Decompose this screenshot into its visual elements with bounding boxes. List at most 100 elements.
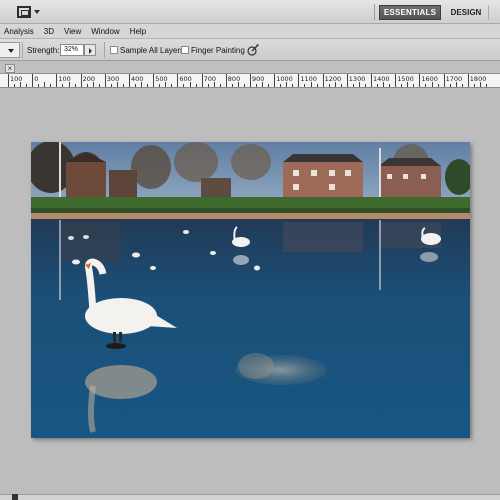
finger-painting-checkbox[interactable]	[181, 46, 189, 54]
menu-analysis[interactable]: Analysis	[0, 27, 39, 36]
ruler-major-tick	[129, 74, 130, 87]
ruler-major-tick	[32, 74, 34, 87]
strength-input[interactable]: 32%	[60, 44, 84, 56]
ruler-major-tick	[201, 74, 203, 87]
ruler-minor-tick	[183, 84, 185, 87]
ruler-major-tick	[56, 74, 58, 87]
ruler-minor-tick	[135, 84, 137, 87]
application-bar: ESSENTIALS DESIGN	[0, 0, 500, 24]
ruler-minor-tick	[50, 84, 52, 87]
ruler-minor-tick	[26, 84, 28, 87]
ruler-minor-tick	[286, 82, 288, 87]
document-image	[31, 142, 470, 438]
ruler-minor-tick	[165, 82, 167, 87]
ruler-minor-tick	[110, 84, 112, 87]
menu-bar: Analysis 3D View Window Help	[0, 24, 500, 39]
ruler-minor-tick	[14, 84, 16, 87]
ruler-minor-tick	[86, 84, 88, 87]
ruler-major-tick	[80, 74, 82, 87]
canvas-area[interactable]	[0, 89, 500, 494]
ruler-minor-tick	[207, 84, 209, 87]
status-bar	[0, 494, 500, 500]
divider	[104, 42, 105, 58]
ruler-minor-tick	[401, 84, 403, 87]
ruler-major-tick	[177, 74, 179, 87]
ruler-major-tick	[274, 74, 276, 87]
ruler-minor-tick	[485, 84, 487, 87]
scroll-marker[interactable]	[12, 494, 18, 500]
ruler-minor-tick	[461, 84, 463, 87]
ruler-minor-tick	[377, 84, 379, 87]
ruler-minor-tick	[122, 84, 124, 87]
ruler-minor-tick	[328, 84, 330, 87]
workspace-essentials-button[interactable]: ESSENTIALS	[379, 5, 441, 20]
ruler-major-tick	[225, 74, 227, 87]
ruler-minor-tick	[195, 84, 197, 87]
ruler-minor-tick	[98, 84, 100, 87]
close-document-button[interactable]: ×	[5, 64, 15, 73]
ruler-minor-tick	[473, 84, 475, 87]
ruler-label: 1400	[373, 75, 390, 83]
ruler-major-tick	[395, 74, 397, 87]
chevron-down-icon	[8, 49, 14, 53]
ruler-minor-tick	[189, 82, 191, 87]
ruler-major-tick	[322, 74, 324, 87]
ruler-label: 1200	[324, 75, 342, 83]
ruler-label: 1700	[445, 75, 463, 83]
ruler-minor-tick	[92, 82, 94, 87]
ruler-minor-tick	[413, 84, 415, 87]
ruler-minor-tick	[431, 82, 433, 87]
ruler-minor-tick	[159, 84, 161, 87]
ruler-minor-tick	[262, 82, 264, 87]
ruler-minor-tick	[38, 84, 40, 87]
ruler-minor-tick	[74, 84, 76, 87]
ruler-minor-tick	[304, 84, 306, 87]
sample-all-layers-label: Sample All Layers	[120, 46, 185, 55]
ruler-minor-tick	[147, 84, 149, 87]
ruler-major-tick	[153, 74, 155, 87]
strength-label: Strength:	[27, 46, 60, 55]
ruler-minor-tick	[44, 82, 46, 87]
ruler-major-tick	[419, 74, 421, 87]
ruler-minor-tick	[219, 84, 221, 87]
ruler-label: 1100	[300, 75, 317, 83]
workspace-more-button[interactable]	[488, 5, 500, 20]
divider	[22, 42, 23, 58]
ruler-major-tick	[298, 74, 300, 87]
workspace-design-button[interactable]: DESIGN	[446, 5, 486, 20]
tool-preset-picker[interactable]	[17, 5, 43, 19]
ruler-minor-tick	[256, 84, 258, 87]
ruler-minor-tick	[437, 84, 439, 87]
menu-help[interactable]: Help	[125, 27, 151, 36]
ruler-minor-tick	[455, 82, 457, 87]
sample-all-layers-checkbox[interactable]	[110, 46, 118, 54]
ruler-major-tick	[443, 74, 445, 87]
menu-3d[interactable]: 3D	[39, 27, 59, 36]
ruler-major-tick	[467, 74, 469, 87]
ruler-minor-tick	[316, 84, 318, 87]
brush-preset-picker[interactable]	[0, 42, 20, 58]
crop-frame-icon	[17, 6, 31, 18]
ruler-label: 1600	[421, 75, 438, 83]
ruler-minor-tick	[20, 82, 22, 87]
ruler-minor-tick	[213, 82, 215, 87]
brush-pressure-icon[interactable]	[246, 43, 260, 57]
ruler-minor-tick	[383, 82, 385, 87]
menu-window[interactable]: Window	[86, 27, 124, 36]
ruler-label: 1300	[348, 75, 366, 83]
options-bar: Strength: 32% Sample All Layers Finger P…	[0, 39, 500, 61]
strength-slider-button[interactable]	[84, 44, 96, 56]
ruler-minor-tick	[237, 82, 239, 87]
divider	[374, 4, 375, 20]
menu-view[interactable]: View	[59, 27, 86, 36]
ruler-major-tick	[8, 74, 9, 87]
horizontal-ruler[interactable]: 100 0 100 200 300 400 500 600 700 800 900 1000 1100 1…	[0, 74, 500, 88]
ruler-label: 1000	[276, 75, 293, 83]
ruler-minor-tick	[340, 84, 342, 87]
ruler-label: 0	[34, 75, 39, 83]
chevron-down-icon	[34, 10, 40, 14]
ruler-minor-tick	[389, 84, 391, 87]
ruler-label: 1800	[469, 75, 487, 83]
ruler-minor-tick	[310, 82, 312, 87]
ruler-minor-tick	[231, 84, 233, 87]
